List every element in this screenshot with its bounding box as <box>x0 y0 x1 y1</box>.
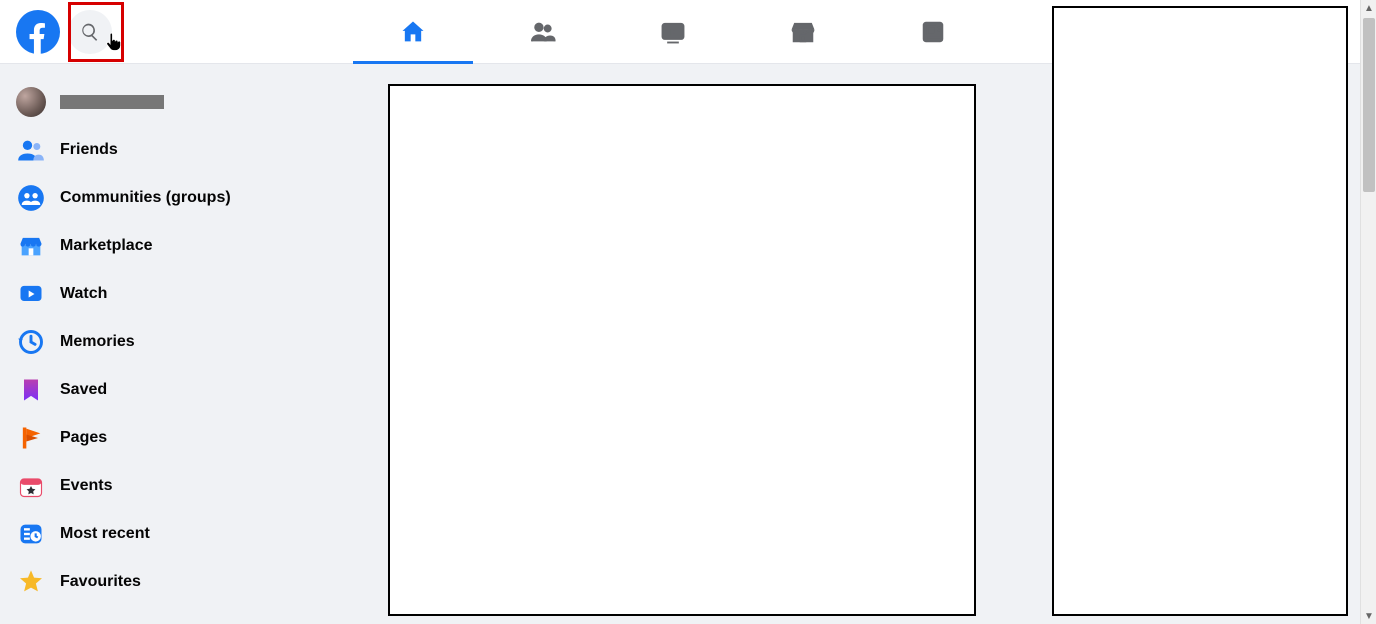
facebook-logo[interactable] <box>16 10 60 54</box>
profile-name-redacted <box>60 95 164 109</box>
feed-placeholder <box>388 84 976 616</box>
left-sidebar: Friends Communities (groups) Marketplace… <box>8 78 348 606</box>
nav-tab-home[interactable] <box>348 0 478 64</box>
watch-icon <box>659 18 687 46</box>
sidebar-item-label: Favourites <box>60 573 141 591</box>
sidebar-item-profile[interactable] <box>8 78 348 126</box>
scrollbar-thumb[interactable] <box>1363 18 1375 192</box>
scroll-down-icon[interactable]: ▼ <box>1361 608 1376 624</box>
sidebar-item-marketplace[interactable]: Marketplace <box>8 222 348 270</box>
sidebar-item-favourites[interactable]: Favourites <box>8 558 348 606</box>
sidebar-item-label: Memories <box>60 333 135 351</box>
friends-icon <box>529 18 557 46</box>
nav-tab-marketplace[interactable] <box>738 0 868 64</box>
mostrecent-icon <box>16 519 46 549</box>
scrollbar[interactable]: ▲ ▼ <box>1360 0 1376 624</box>
events-icon <box>16 471 46 501</box>
sidebar-item-friends[interactable]: Friends <box>8 126 348 174</box>
friends-icon <box>16 135 46 165</box>
avatar <box>16 87 46 117</box>
marketplace-icon <box>789 18 817 46</box>
sidebar-item-saved[interactable]: Saved <box>8 366 348 414</box>
sidebar-item-label: Events <box>60 477 112 495</box>
sidebar-item-communities[interactable]: Communities (groups) <box>8 174 348 222</box>
nav-tab-friends[interactable] <box>478 0 608 64</box>
sidebar-item-label: Friends <box>60 141 118 159</box>
facebook-logo-icon <box>16 10 60 54</box>
nav-tab-watch[interactable] <box>608 0 738 64</box>
saved-icon <box>16 375 46 405</box>
nav-tabs <box>348 0 998 64</box>
favourites-icon <box>16 567 46 597</box>
pages-icon <box>16 423 46 453</box>
sidebar-item-pages[interactable]: Pages <box>8 414 348 462</box>
right-panel-placeholder <box>1052 6 1348 616</box>
sidebar-item-label: Communities (groups) <box>60 189 231 207</box>
memories-icon <box>16 327 46 357</box>
sidebar-item-label: Saved <box>60 381 107 399</box>
search-icon <box>80 22 100 42</box>
sidebar-item-events[interactable]: Events <box>8 462 348 510</box>
marketplace-color-icon <box>16 231 46 261</box>
sidebar-item-label: Most recent <box>60 525 150 543</box>
sidebar-item-label: Watch <box>60 285 107 303</box>
sidebar-item-memories[interactable]: Memories <box>8 318 348 366</box>
sidebar-item-label: Pages <box>60 429 107 447</box>
home-icon <box>399 18 427 46</box>
nav-tab-feeds[interactable] <box>868 0 998 64</box>
search-button[interactable] <box>68 10 112 54</box>
scroll-up-icon[interactable]: ▲ <box>1361 0 1376 16</box>
feeds-icon <box>919 18 947 46</box>
watch-color-icon <box>16 279 46 309</box>
groups-icon <box>16 183 46 213</box>
sidebar-item-label: Marketplace <box>60 237 153 255</box>
sidebar-item-watch[interactable]: Watch <box>8 270 348 318</box>
sidebar-item-mostrecent[interactable]: Most recent <box>8 510 348 558</box>
